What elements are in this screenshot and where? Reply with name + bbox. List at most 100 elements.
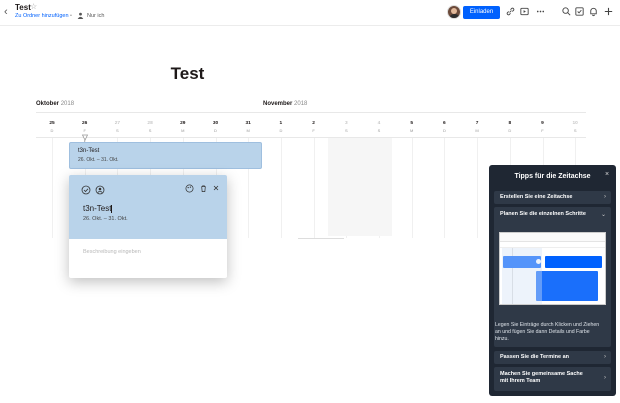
- weekday-label: S: [573, 128, 577, 133]
- month-year: 2018: [60, 101, 75, 107]
- document-title[interactable]: Test: [15, 3, 31, 12]
- popup-header: t3n-Test 26. Okt. – 31. Okt.: [69, 175, 227, 239]
- day-header: 2F: [307, 121, 321, 133]
- invite-button[interactable]: Einladen: [463, 6, 500, 19]
- description-input[interactable]: Beschreibung eingeben: [83, 249, 141, 255]
- bell-icon[interactable]: [588, 6, 599, 17]
- day-number: 29: [180, 121, 186, 126]
- day-number: 8: [508, 121, 512, 126]
- weekday-label: S: [377, 128, 381, 133]
- popup-title-input[interactable]: t3n-Test: [83, 204, 113, 213]
- day-column-line: [444, 138, 446, 238]
- tip-label: Planen Sie die einzelnen Schritte: [500, 211, 586, 217]
- popup-title-text: t3n-Test: [83, 204, 112, 213]
- chevron-right-icon: ›: [604, 194, 606, 200]
- chevron-right-icon: ›: [604, 354, 606, 360]
- tip-item-team[interactable]: Machen Sie gemeinsame Sache mit Ihrem Te…: [494, 367, 611, 391]
- day-header: 4S: [372, 121, 386, 133]
- trash-icon[interactable]: [199, 184, 208, 193]
- weekday-label: D: [508, 128, 512, 133]
- day-header: 9F: [536, 121, 550, 133]
- weekday-label: D: [442, 128, 446, 133]
- close-icon[interactable]: ×: [605, 171, 609, 178]
- day-header: 28 S: [143, 121, 157, 133]
- avatar[interactable]: [447, 5, 461, 19]
- day-number: 7: [475, 121, 479, 126]
- tip-item-create[interactable]: Erstellen Sie eine Zeitachse ›: [494, 191, 611, 204]
- day-header: 31 M: [241, 121, 255, 133]
- tips-title: Tipps für die Zeitachse: [514, 173, 591, 180]
- tip-label: Machen Sie gemeinsame Sache mit Ihrem Te…: [500, 371, 583, 384]
- chevron-down-icon: ⌄: [600, 212, 606, 218]
- day-number: 2: [312, 121, 315, 126]
- close-icon[interactable]: [212, 184, 220, 192]
- top-bar: ‹ Test ☆ Zu Ordner hinzufügen • Nur ich …: [0, 0, 620, 26]
- day-number: 27: [114, 121, 121, 126]
- weekend-shade: [328, 138, 392, 236]
- search-icon[interactable]: [561, 6, 572, 17]
- day-column-line: [280, 138, 282, 238]
- day-header: 29 M: [176, 121, 190, 133]
- day-column-line: [477, 138, 479, 238]
- day-number: 9: [541, 121, 544, 126]
- sharing-status[interactable]: Nur ich: [87, 13, 104, 19]
- month-year: 2018: [294, 101, 308, 107]
- day-number: 28: [147, 121, 153, 126]
- checklist-icon[interactable]: [574, 6, 585, 17]
- page-title[interactable]: Test: [0, 64, 375, 84]
- day-number: 31: [245, 121, 251, 126]
- person-icon: [77, 12, 84, 19]
- more-icon[interactable]: [535, 6, 546, 17]
- add-person-icon[interactable]: [95, 185, 105, 195]
- day-header: 25 D: [45, 121, 59, 133]
- day-header: 6D: [437, 121, 451, 133]
- star-icon[interactable]: ☆: [30, 2, 37, 11]
- tip-label: Passen Sie die Termine an: [500, 354, 569, 360]
- tip-illustration: [499, 232, 606, 305]
- day-column-line: [313, 138, 315, 238]
- day-number: 10: [572, 121, 578, 126]
- day-header: 27 S: [110, 121, 124, 133]
- weekday-label: D: [50, 128, 54, 133]
- tips-panel: Tipps für die Zeitachse × Erstellen Sie …: [489, 165, 616, 396]
- entry-detail-popup: t3n-Test 26. Okt. – 31. Okt. Beschreibun…: [69, 175, 227, 278]
- entry-dates: 26. Okt. – 31. Okt.: [78, 157, 119, 163]
- today-marker-icon: [81, 134, 89, 141]
- day-number: 30: [212, 121, 219, 126]
- weekday-label: M: [181, 128, 185, 133]
- tip-item-adjust[interactable]: Passen Sie die Termine an ›: [494, 351, 611, 364]
- weekday-label: S: [116, 128, 119, 133]
- weekday-label: S: [344, 128, 348, 133]
- day-header: 3S: [339, 121, 353, 133]
- chevron-left-icon[interactable]: ‹: [4, 6, 8, 18]
- timeline-entry[interactable]: t3n-Test 26. Okt. – 31. Okt.: [69, 142, 262, 169]
- entry-title: t3n-Test: [78, 148, 100, 154]
- weekday-label: M: [246, 128, 250, 133]
- divider: [298, 238, 344, 239]
- day-header: 1D: [274, 121, 288, 133]
- day-header: 8D: [503, 121, 517, 133]
- day-column-line: [411, 138, 413, 238]
- day-number: 26: [82, 121, 88, 126]
- plus-icon[interactable]: [603, 6, 614, 17]
- check-circle-icon[interactable]: [81, 185, 91, 195]
- add-to-folder-link[interactable]: Zu Ordner hinzufügen: [15, 13, 69, 19]
- day-number: 6: [443, 121, 446, 126]
- weekday-label: S: [148, 128, 152, 133]
- day-header: 7M: [470, 121, 484, 133]
- popup-dates[interactable]: 26. Okt. – 31. Okt.: [83, 216, 128, 222]
- day-number: 1: [279, 121, 283, 126]
- weekday-label: D: [214, 128, 217, 133]
- link-icon[interactable]: [505, 6, 516, 17]
- separator: •: [70, 13, 72, 19]
- day-header: 10 S: [568, 121, 582, 133]
- day-number: 5: [410, 121, 414, 126]
- month-label-november: November 2018: [263, 101, 307, 107]
- day-number: 25: [49, 121, 55, 126]
- day-number: 3: [344, 121, 348, 126]
- present-icon[interactable]: [519, 6, 530, 17]
- month-label-october: Oktober 2018: [36, 101, 74, 107]
- weekday-label: M: [475, 128, 479, 133]
- day-header: 30 D: [209, 121, 223, 133]
- palette-icon[interactable]: [185, 184, 194, 193]
